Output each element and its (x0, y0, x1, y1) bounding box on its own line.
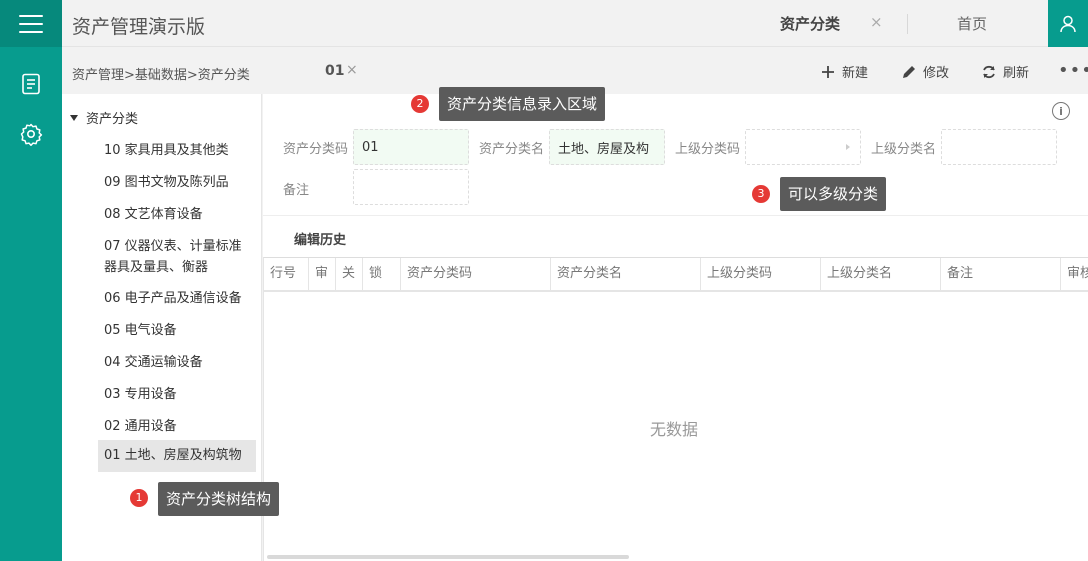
grid-header: 行号 审 关 锁 资产分类码 资产分类名 上级分类码 上级分类名 备注 审核 (264, 258, 1088, 292)
chevron-right-icon (846, 144, 850, 150)
tree-item[interactable]: 10 家具用具及其他类 (98, 138, 256, 163)
tree-item-selected[interactable]: 01 土地、房屋及构筑物 (98, 440, 256, 472)
column-header[interactable]: 上级分类名 (821, 258, 941, 290)
tip-number: 3 (752, 185, 770, 203)
code-field[interactable]: 01 (353, 129, 469, 165)
tip-number: 1 (130, 489, 148, 507)
record-tab-close-icon[interactable]: × (346, 62, 358, 78)
history-grid: 行号 审 关 锁 资产分类码 资产分类名 上级分类码 上级分类名 备注 审核 无… (263, 257, 1088, 561)
refresh-button-label: 刷新 (1003, 66, 1030, 81)
tab-close-icon[interactable]: × (870, 13, 883, 31)
column-header[interactable]: 审 (309, 258, 336, 290)
refresh-button[interactable]: 刷新 (981, 62, 1029, 81)
caret-down-icon[interactable] (70, 114, 78, 121)
parent-code-label: 上级分类码 (675, 142, 741, 157)
user-icon (1060, 15, 1076, 32)
parent-name-label: 上级分类名 (871, 142, 937, 157)
plus-icon (822, 65, 834, 78)
hamburger-icon (19, 14, 43, 33)
parent-code-select[interactable] (745, 129, 861, 165)
column-header[interactable]: 审核 (1061, 258, 1088, 290)
user-button[interactable] (1048, 0, 1088, 47)
tree-item[interactable]: 04 交通运输设备 (98, 350, 256, 375)
category-form: 资产分类码 01 资产分类名 土地、房屋及构 上级分类码 上级分类名 备注 i (263, 94, 1088, 216)
column-header[interactable]: 资产分类名 (551, 258, 701, 290)
info-icon[interactable]: i (1052, 102, 1070, 120)
tree-item[interactable]: 06 电子产品及通信设备 (98, 286, 256, 311)
column-header[interactable]: 资产分类码 (401, 258, 551, 290)
left-rail (0, 0, 62, 561)
new-button[interactable]: 新建 (820, 62, 868, 81)
menu-toggle-button[interactable] (0, 0, 62, 47)
tab-asset-category[interactable]: 资产分类 (780, 13, 840, 34)
breadcrumb: 资产管理>基础数据>资产分类 (72, 68, 250, 83)
top-bar: 资产管理演示版 资产分类 × 首页 (62, 0, 1088, 47)
history-title: 编辑历史 (294, 233, 347, 248)
tree-item[interactable]: 03 专用设备 (98, 382, 256, 407)
tree-item[interactable]: 09 图书文物及陈列品 (98, 170, 256, 195)
column-header[interactable]: 关 (336, 258, 363, 290)
empty-state-text: 无数据 (650, 420, 699, 439)
app-title: 资产管理演示版 (72, 16, 206, 38)
parent-name-field[interactable] (941, 129, 1057, 165)
pencil-icon (903, 65, 915, 78)
horizontal-scrollbar[interactable] (267, 555, 629, 559)
remark-label: 备注 (283, 183, 310, 198)
edit-history-panel: 编辑历史 行号 审 关 锁 资产分类码 资产分类名 上级分类码 上级分类名 备注… (263, 216, 1088, 561)
tree-root[interactable]: 资产分类 (70, 108, 138, 127)
tip-number: 2 (411, 95, 429, 113)
edit-button-label: 修改 (923, 66, 950, 81)
tree-item[interactable]: 02 通用设备 (98, 414, 256, 439)
tip-form-area: 资产分类信息录入区域 (439, 87, 606, 121)
tree-root-label: 资产分类 (86, 112, 139, 127)
document-icon[interactable] (19, 72, 43, 96)
tip-tree-structure: 资产分类树结构 (158, 482, 280, 516)
tree-item[interactable]: 08 文艺体育设备 (98, 202, 256, 227)
tab-home[interactable]: 首页 (957, 13, 987, 34)
column-header[interactable]: 上级分类码 (701, 258, 821, 290)
settings-gear-icon[interactable] (19, 122, 43, 146)
edit-button[interactable]: 修改 (901, 62, 949, 81)
column-header[interactable]: 锁 (363, 258, 401, 290)
name-field[interactable]: 土地、房屋及构 (549, 129, 665, 165)
tree-item[interactable]: 07 仪器仪表、计量标准器具及量具、衡器 (98, 234, 256, 280)
more-options-icon[interactable]: ••• (1058, 60, 1088, 81)
record-tab[interactable]: 01 (325, 63, 344, 79)
tip-multilevel: 可以多级分类 (780, 177, 887, 211)
new-button-label: 新建 (842, 66, 869, 81)
name-label: 资产分类名 (479, 142, 545, 157)
column-header[interactable]: 备注 (941, 258, 1061, 290)
refresh-icon (983, 65, 995, 78)
remark-field[interactable] (353, 169, 469, 205)
code-label: 资产分类码 (283, 142, 349, 157)
tab-divider (907, 14, 908, 34)
column-header[interactable]: 行号 (264, 258, 309, 290)
tree-item[interactable]: 05 电气设备 (98, 318, 256, 343)
